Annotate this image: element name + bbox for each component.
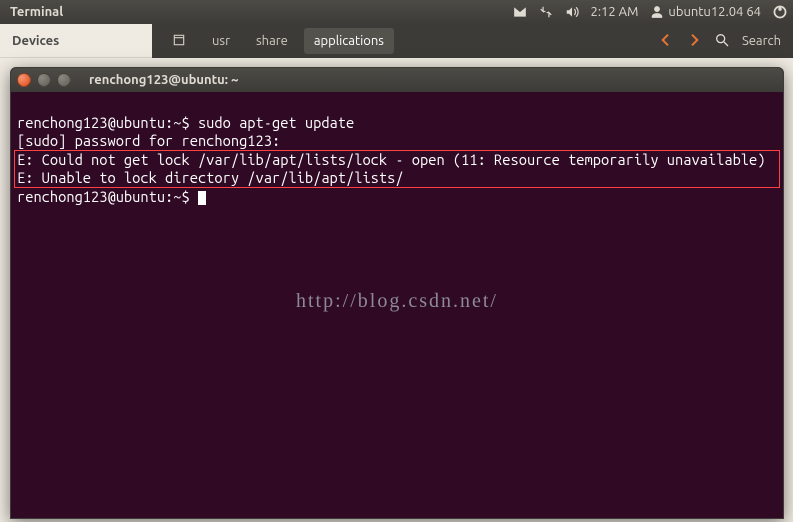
window-maximize-button[interactable] [57,73,71,87]
clock[interactable]: 2:12 AM [591,5,639,19]
command-text: sudo apt-get update [198,114,354,131]
nav-forward-icon[interactable] [686,32,702,51]
watermark-text: http://blog.csdn.net/ [11,292,783,310]
search-icon[interactable] [714,32,730,51]
sudo-password-prompt: [sudo] password for renchong123: [17,132,280,149]
terminal-window: renchong123@ubuntu: ~ renchong123@ubuntu… [10,67,784,519]
network-icon[interactable] [539,5,553,19]
breadcrumb-applications[interactable]: applications [304,28,394,54]
error-line-1: E: Could not get lock /var/lib/apt/lists… [17,151,765,168]
system-tray: 2:12 AM ubuntu12.04 64 [513,5,788,19]
user-label: ubuntu12.04 64 [668,5,761,19]
prompt: renchong123@ubuntu:~$ [17,114,198,131]
power-icon[interactable] [773,5,787,19]
error-line-2: E: Unable to lock directory /var/lib/apt… [17,169,404,186]
window-close-button[interactable] [17,73,31,87]
active-app-title: Terminal [6,5,63,19]
cursor [198,191,206,205]
mail-icon[interactable] [513,5,527,19]
window-minimize-button[interactable] [37,73,51,87]
sidebar-header-devices: Devices [0,24,152,58]
prompt: renchong123@ubuntu:~$ [17,188,198,205]
breadcrumb: usr share applications [152,24,394,58]
user-menu[interactable]: ubuntu12.04 64 [650,5,761,19]
error-highlight-box: E: Could not get lock /var/lib/apt/lists… [14,150,780,188]
terminal-titlebar[interactable]: renchong123@ubuntu: ~ [11,68,783,92]
sound-icon[interactable] [565,5,579,19]
user-icon [650,5,664,19]
terminal-title: renchong123@ubuntu: ~ [89,73,238,87]
nautilus-toolbar: Devices usr share applications Search [0,24,793,58]
breadcrumb-usr[interactable]: usr [202,28,240,54]
ubuntu-top-panel: Terminal 2:12 AM ubuntu12.04 64 [0,0,793,24]
breadcrumb-share[interactable]: share [246,28,298,54]
search-label[interactable]: Search [742,34,781,48]
nav-back-icon[interactable] [658,32,674,51]
breadcrumb-root[interactable] [162,27,196,56]
terminal-body[interactable]: renchong123@ubuntu:~$ sudo apt-get updat… [11,92,783,246]
